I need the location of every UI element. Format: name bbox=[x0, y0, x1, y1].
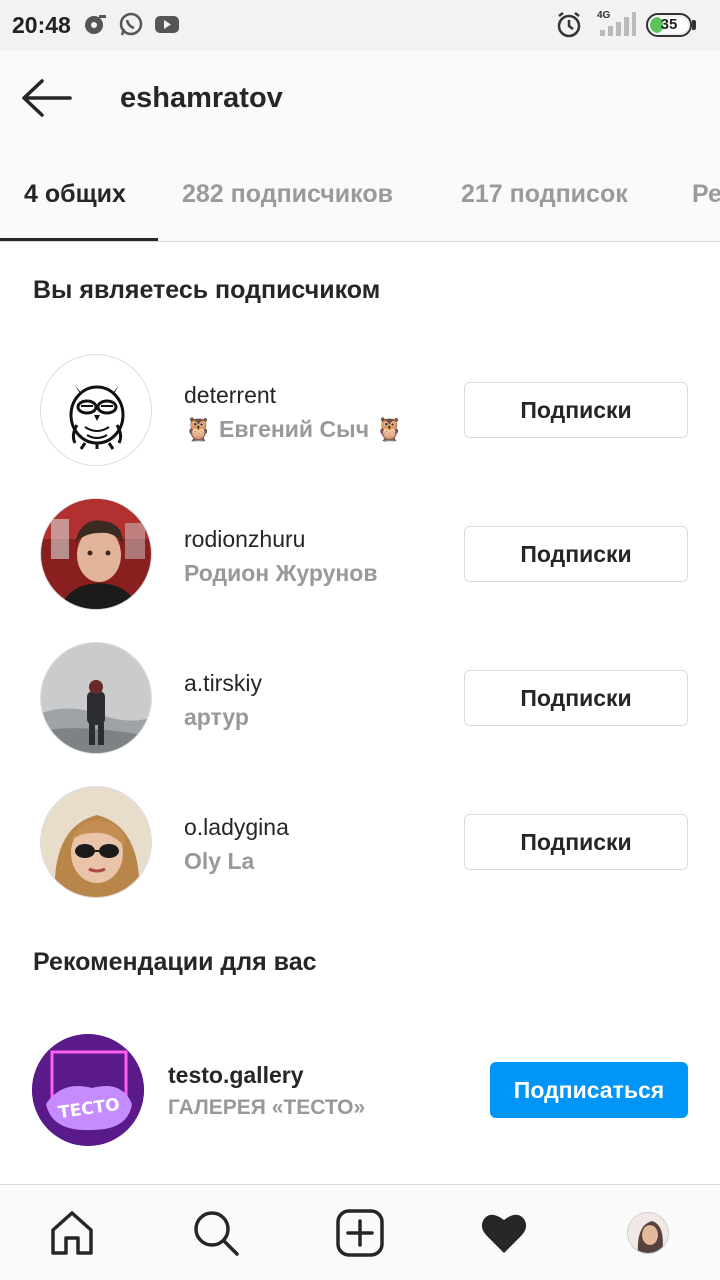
tab-more[interactable]: Ре bbox=[692, 180, 720, 209]
back-button[interactable] bbox=[20, 78, 76, 118]
username[interactable]: rodionzhuru bbox=[184, 526, 305, 553]
list-item[interactable]: deterrent 🦉 Евгений Сыч 🦉 Подписки bbox=[0, 340, 720, 470]
search-icon bbox=[194, 1211, 239, 1256]
section-title-recommendations: Рекомендации для вас bbox=[33, 948, 317, 976]
full-name: Родион Журунов bbox=[184, 560, 378, 586]
username[interactable]: a.tirskiy bbox=[184, 670, 262, 697]
avatar[interactable] bbox=[40, 642, 152, 754]
list-item[interactable]: o.ladygina Oly La Подписки bbox=[0, 772, 720, 902]
battery-percent: 35 bbox=[660, 16, 678, 33]
recommendation-item[interactable]: ТЕСТО testo.gallery ГАЛЕРЕЯ «ТЕСТО» Подп… bbox=[0, 1020, 720, 1160]
avatar[interactable] bbox=[40, 354, 152, 466]
following-button[interactable]: Подписки bbox=[464, 814, 688, 870]
list-item[interactable]: a.tirskiy артур Подписки bbox=[0, 628, 720, 758]
tab-mutual[interactable]: 4 общих bbox=[24, 180, 126, 209]
nav-activity[interactable] bbox=[476, 1205, 532, 1261]
battery-cap bbox=[692, 20, 696, 30]
alarm-icon bbox=[556, 10, 582, 45]
full-name: Oly La bbox=[184, 848, 255, 874]
status-bar: 20:48 4G 35 bbox=[0, 0, 720, 50]
nav-profile[interactable] bbox=[620, 1205, 676, 1261]
home-icon bbox=[51, 1211, 93, 1255]
section-title-following: Вы являетесь подписчиком bbox=[33, 276, 381, 304]
nav-search[interactable] bbox=[188, 1205, 244, 1261]
avatar[interactable] bbox=[40, 786, 152, 898]
following-button[interactable]: Подписки bbox=[464, 526, 688, 582]
testo-logo-avatar: ТЕСТО bbox=[32, 1034, 144, 1146]
bottom-nav bbox=[0, 1184, 720, 1280]
youtube-icon bbox=[154, 10, 180, 43]
tab-following[interactable]: 217 подписок bbox=[461, 180, 628, 209]
signal-icon bbox=[596, 10, 638, 43]
avatar[interactable]: ТЕСТО bbox=[32, 1034, 144, 1146]
media-icon bbox=[82, 10, 108, 43]
arrow-left-icon bbox=[22, 79, 72, 117]
nav-add-post[interactable] bbox=[332, 1205, 388, 1261]
follow-button[interactable]: Подписаться bbox=[490, 1062, 688, 1118]
person-sunglasses-avatar bbox=[41, 787, 151, 897]
page-title: eshamratov bbox=[120, 82, 283, 114]
tab-followers[interactable]: 282 подписчиков bbox=[182, 180, 393, 209]
status-time: 20:48 bbox=[12, 12, 71, 38]
full-name: ГАЛЕРЕЯ «ТЕСТО» bbox=[168, 1096, 366, 1119]
tab-bar: 4 общих 282 подписчиков 217 подписок Ре bbox=[0, 146, 720, 242]
nav-home[interactable] bbox=[44, 1205, 100, 1261]
whatsapp-icon bbox=[118, 10, 144, 43]
username[interactable]: testo.gallery bbox=[168, 1062, 304, 1089]
following-button[interactable]: Подписки bbox=[464, 670, 688, 726]
username[interactable]: o.ladygina bbox=[184, 814, 289, 841]
avatar[interactable] bbox=[40, 498, 152, 610]
person-photo-avatar bbox=[41, 499, 151, 609]
list-item[interactable]: rodionzhuru Родион Журунов Подписки bbox=[0, 484, 720, 614]
add-post-icon bbox=[336, 1209, 384, 1257]
following-button[interactable]: Подписки bbox=[464, 382, 688, 438]
full-name: 🦉 Евгений Сыч 🦉 bbox=[184, 416, 405, 442]
battery-icon: 35 bbox=[646, 13, 692, 37]
username[interactable]: deterrent bbox=[184, 382, 276, 409]
foggy-landscape-avatar bbox=[41, 643, 151, 753]
header: eshamratov bbox=[0, 50, 720, 146]
active-tab-indicator bbox=[0, 238, 158, 241]
full-name: артур bbox=[184, 704, 249, 730]
heart-icon bbox=[481, 1214, 527, 1253]
owl-avatar-image bbox=[41, 355, 151, 465]
profile-avatar bbox=[627, 1212, 669, 1254]
